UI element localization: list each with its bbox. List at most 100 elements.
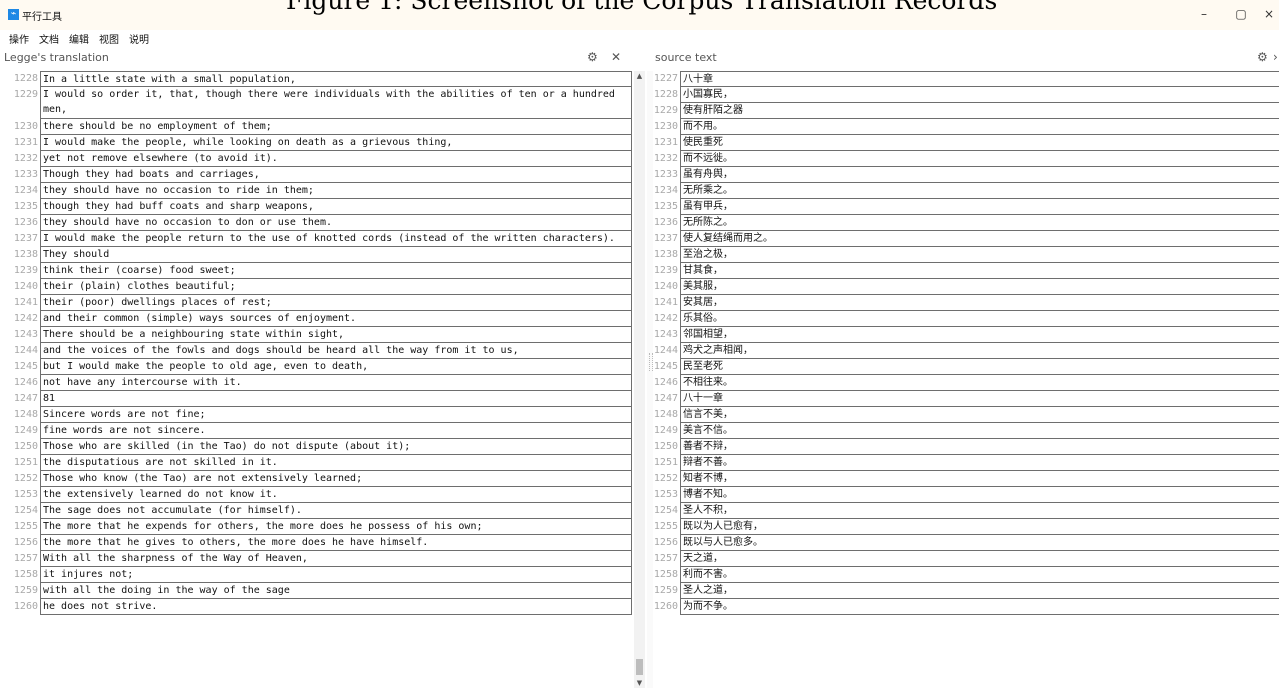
table-row[interactable]: 1247 八十一章 <box>653 391 1279 407</box>
segment-cell[interactable]: their (plain) clothes beautiful; <box>40 279 632 295</box>
segment-cell[interactable]: the more that he gives to others, the mo… <box>40 535 632 551</box>
segment-cell[interactable]: The more that he expends for others, the… <box>40 519 632 535</box>
table-row[interactable]: 1251 辩者不善。 <box>653 455 1279 471</box>
segment-cell[interactable]: fine words are not sincere. <box>40 423 632 439</box>
segment-cell[interactable]: 至治之极， <box>680 247 1279 263</box>
segment-cell[interactable]: 民至老死 <box>680 359 1279 375</box>
table-row[interactable]: 1246 not have any intercourse with it. <box>0 375 632 391</box>
segment-cell[interactable]: 而不远徙。 <box>680 151 1279 167</box>
segment-cell[interactable]: there should be no employment of them; <box>40 119 632 135</box>
table-row[interactable]: 1259 with all the doing in the way of the… <box>0 583 632 599</box>
segment-cell[interactable]: and their common (simple) ways sources o… <box>40 311 632 327</box>
segment-cell[interactable]: 无所乘之。 <box>680 183 1279 199</box>
segment-cell[interactable]: Those who are skilled (in the Tao) do no… <box>40 439 632 455</box>
segment-cell[interactable]: but I would make the people to old age, … <box>40 359 632 375</box>
segment-cell[interactable]: and the voices of the fowls and dogs sho… <box>40 343 632 359</box>
table-row[interactable]: 1244 鸡犬之声相闻， <box>653 343 1279 359</box>
table-row[interactable]: 1258 it injures not; <box>0 567 632 583</box>
segment-cell[interactable]: 既以与人已愈多。 <box>680 535 1279 551</box>
segment-cell[interactable]: Those who know (the Tao) are not extensi… <box>40 471 632 487</box>
table-row[interactable]: 1255 既以为人已愈有， <box>653 519 1279 535</box>
segment-cell[interactable]: it injures not; <box>40 567 632 583</box>
close-icon[interactable]: ✕ <box>611 50 621 64</box>
scroll-thumb[interactable] <box>636 659 643 675</box>
table-row[interactable]: 1256 既以与人已愈多。 <box>653 535 1279 551</box>
table-row[interactable]: 1241 安其居， <box>653 295 1279 311</box>
segment-cell[interactable]: 八十章 <box>680 71 1279 87</box>
table-row[interactable]: 1241 their (poor) dwellings places of res… <box>0 295 632 311</box>
table-row[interactable]: 1233 虽有舟舆， <box>653 167 1279 183</box>
table-row[interactable]: 1254 The sage does not accumulate (for hi… <box>0 503 632 519</box>
table-row[interactable]: 1231 I would make the people, while looki… <box>0 135 632 151</box>
table-row[interactable]: 1238 至治之极， <box>653 247 1279 263</box>
minimize-button[interactable]: – <box>1194 5 1214 23</box>
segment-cell[interactable]: 知者不博， <box>680 471 1279 487</box>
table-row[interactable]: 1247 81 <box>0 391 632 407</box>
table-row[interactable]: 1228 小国寡民， <box>653 87 1279 103</box>
table-row[interactable]: 1239 甘其食， <box>653 263 1279 279</box>
segment-cell[interactable]: their (poor) dwellings places of rest; <box>40 295 632 311</box>
table-row[interactable]: 1229 使有肝陌之器 <box>653 103 1279 119</box>
table-row[interactable]: 1244 and the voices of the fowls and dogs… <box>0 343 632 359</box>
segment-cell[interactable]: Sincere words are not fine; <box>40 407 632 423</box>
table-row[interactable]: 1231 使民重死 <box>653 135 1279 151</box>
segment-cell[interactable]: yet not remove elsewhere (to avoid it). <box>40 151 632 167</box>
segment-cell[interactable]: 善者不辩， <box>680 439 1279 455</box>
segment-cell[interactable]: Though they had boats and carriages, <box>40 167 632 183</box>
table-row[interactable]: 1252 Those who know (the Tao) are not ext… <box>0 471 632 487</box>
segment-cell[interactable]: 美言不信。 <box>680 423 1279 439</box>
segment-cell[interactable]: I would make the people, while looking o… <box>40 135 632 151</box>
segment-cell[interactable]: 圣人不积， <box>680 503 1279 519</box>
table-row[interactable]: 1259 圣人之道， <box>653 583 1279 599</box>
table-row[interactable]: 1232 而不远徙。 <box>653 151 1279 167</box>
segment-cell[interactable]: with all the doing in the way of the sag… <box>40 583 632 599</box>
table-row[interactable]: 1252 知者不博， <box>653 471 1279 487</box>
table-row[interactable]: 1256 the more that he gives to others, th… <box>0 535 632 551</box>
segment-cell[interactable]: 81 <box>40 391 632 407</box>
segment-cell[interactable]: With all the sharpness of the Way of Hea… <box>40 551 632 567</box>
table-row[interactable]: 1235 虽有甲兵， <box>653 199 1279 215</box>
segment-cell[interactable]: They should <box>40 247 632 263</box>
table-row[interactable]: 1243 There should be a neighbouring state… <box>0 327 632 343</box>
table-row[interactable]: 1228 In a little state with a small popul… <box>0 71 632 87</box>
segment-cell[interactable]: 利而不害。 <box>680 567 1279 583</box>
segment-cell[interactable]: 使民重死 <box>680 135 1279 151</box>
segment-cell[interactable]: 而不用。 <box>680 119 1279 135</box>
segment-cell[interactable]: 八十一章 <box>680 391 1279 407</box>
table-row[interactable]: 1258 利而不害。 <box>653 567 1279 583</box>
segment-cell[interactable]: 邻国相望， <box>680 327 1279 343</box>
segment-cell[interactable]: 安其居， <box>680 295 1279 311</box>
segment-cell[interactable]: 博者不知。 <box>680 487 1279 503</box>
table-row[interactable]: 1237 I would make the people return to th… <box>0 231 632 247</box>
table-row[interactable]: 1260 he does not strive. <box>0 599 632 615</box>
table-row[interactable]: 1233 Though they had boats and carriages, <box>0 167 632 183</box>
segment-cell[interactable]: There should be a neighbouring state wit… <box>40 327 632 343</box>
table-row[interactable]: 1260 为而不争。 <box>653 599 1279 615</box>
table-row[interactable]: 1250 善者不辩， <box>653 439 1279 455</box>
table-row[interactable]: 1257 With all the sharpness of the Way of… <box>0 551 632 567</box>
scroll-up-arrow-icon[interactable]: ▲ <box>634 71 645 81</box>
segment-cell[interactable]: 无所陈之。 <box>680 215 1279 231</box>
segment-cell[interactable]: though they had buff coats and sharp wea… <box>40 199 632 215</box>
segment-cell[interactable]: 既以为人已愈有， <box>680 519 1279 535</box>
table-row[interactable]: 1249 fine words are not sincere. <box>0 423 632 439</box>
table-row[interactable]: 1253 the extensively learned do not know … <box>0 487 632 503</box>
segment-cell[interactable]: he does not strive. <box>40 599 632 615</box>
left-scrollbar[interactable]: ▲ ▼ <box>634 71 645 688</box>
segment-cell[interactable]: 使有肝陌之器 <box>680 103 1279 119</box>
segment-cell[interactable]: 鸡犬之声相闻， <box>680 343 1279 359</box>
table-row[interactable]: 1250 Those who are skilled (in the Tao) d… <box>0 439 632 455</box>
segment-cell[interactable]: 不相往来。 <box>680 375 1279 391</box>
table-row[interactable]: 1246 不相往来。 <box>653 375 1279 391</box>
table-row[interactable]: 1229 I would so order it, that, though th… <box>0 87 632 119</box>
table-row[interactable]: 1234 they should have no occasion to ride… <box>0 183 632 199</box>
table-row[interactable]: 1243 邻国相望， <box>653 327 1279 343</box>
gear-icon[interactable]: ⚙ <box>587 50 598 64</box>
table-row[interactable]: 1237 使人复结绳而用之。 <box>653 231 1279 247</box>
scroll-down-arrow-icon[interactable]: ▼ <box>634 678 645 688</box>
menu-document[interactable]: 文档 <box>39 31 59 46</box>
table-row[interactable]: 1230 there should be no employment of the… <box>0 119 632 135</box>
table-row[interactable]: 1249 美言不信。 <box>653 423 1279 439</box>
segment-cell[interactable]: In a little state with a small populatio… <box>40 71 632 87</box>
table-row[interactable]: 1248 信言不美， <box>653 407 1279 423</box>
